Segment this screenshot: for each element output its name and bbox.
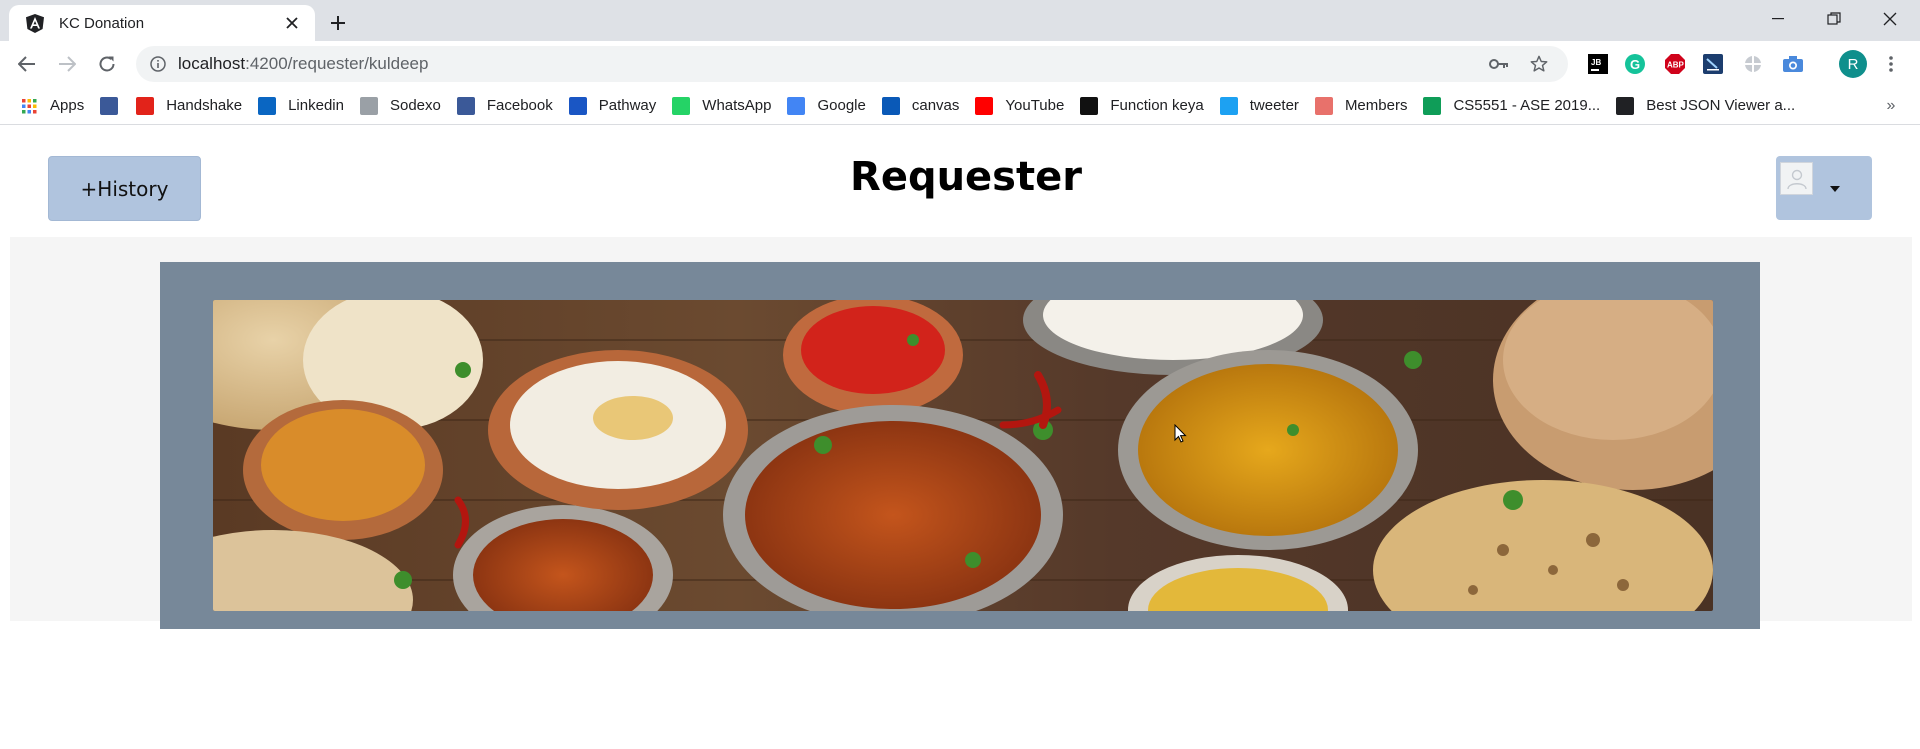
bookmark-item[interactable]: Apps <box>18 92 92 120</box>
svg-text:JB: JB <box>1591 58 1601 67</box>
key-icon[interactable] <box>1484 46 1514 82</box>
minimize-window-icon[interactable] <box>1750 0 1806 38</box>
url-text[interactable]: localhost:4200/requester/kuldeep <box>178 54 1568 74</box>
browser-tab[interactable]: KC Donation <box>9 5 315 41</box>
svg-text:ABP: ABP <box>1667 61 1685 70</box>
facebook-icon <box>100 96 119 115</box>
bookmark-item[interactable]: CS5551 - ASE 2019... <box>1421 92 1608 120</box>
bookmark-label: WhatsApp <box>702 97 772 114</box>
pathway-icon <box>568 96 587 115</box>
bookmarks-bar: Apps Handshake Linkedin Sodexo Facebook Pathw… <box>0 87 1920 125</box>
bookmark-item[interactable]: Best JSON Viewer a... <box>1614 92 1803 120</box>
url-host: localhost <box>178 54 246 73</box>
bookmark-label: Handshake <box>166 97 243 114</box>
bookmark-label: Function keya <box>1110 97 1204 114</box>
terminal-extension-icon[interactable] <box>1700 51 1726 77</box>
sodexo-icon <box>359 96 378 115</box>
bookmark-item[interactable]: tweeter <box>1218 92 1307 120</box>
close-tab-icon[interactable] <box>281 12 303 34</box>
bookmark-label: Facebook <box>486 97 553 114</box>
user-menu-button[interactable] <box>1776 156 1872 220</box>
bookmark-label: Google <box>817 97 866 114</box>
handshake-icon <box>136 96 155 115</box>
bookmark-label: Best JSON Viewer a... <box>1646 97 1796 114</box>
bookmark-item[interactable]: YouTube <box>973 92 1072 120</box>
umkc-icon <box>881 96 900 115</box>
browser-tab-strip: KC Donation <box>0 0 1920 41</box>
jetbrains-extension-icon[interactable]: JB <box>1585 51 1611 77</box>
htg-icon <box>1080 96 1099 115</box>
bookmark-label: Apps <box>50 97 85 114</box>
food-banner-image <box>213 300 1713 611</box>
bookmark-item[interactable] <box>98 92 128 120</box>
youtube-icon <box>975 96 994 115</box>
bookmark-item[interactable]: Linkedin <box>256 92 352 120</box>
forward-arrow-icon[interactable] <box>52 49 82 79</box>
angular-icon <box>25 13 45 33</box>
google-drive-icon <box>1423 96 1442 115</box>
whatsapp-icon <box>672 96 691 115</box>
site-info-icon[interactable] <box>148 54 168 74</box>
bookmark-item[interactable]: Handshake <box>134 92 250 120</box>
bookmark-item[interactable]: Function keya <box>1078 92 1211 120</box>
bookmark-item[interactable]: Members <box>1313 92 1416 120</box>
linkedin-icon <box>258 96 277 115</box>
bookmark-label: Linkedin <box>288 97 344 114</box>
url-path: :4200/requester/kuldeep <box>245 54 429 73</box>
bookmark-item[interactable]: Pathway <box>567 92 665 120</box>
user-avatar-icon <box>1780 162 1813 195</box>
bookmark-item[interactable]: canvas <box>880 92 968 120</box>
new-tab-icon[interactable] <box>324 9 352 37</box>
bookmark-item[interactable]: Facebook <box>455 92 561 120</box>
svg-text:G: G <box>1630 57 1640 72</box>
bookmarks-list: Apps Handshake Linkedin Sodexo Facebook Pathw… <box>18 87 1809 124</box>
chevron-down-icon <box>1830 186 1840 192</box>
restore-window-icon[interactable] <box>1806 0 1862 38</box>
bookmark-item[interactable]: Sodexo <box>358 92 449 120</box>
adblock-extension-icon[interactable]: ABP <box>1662 51 1688 77</box>
bookmark-label: Sodexo <box>389 97 441 114</box>
bookmark-label: Members <box>1344 97 1408 114</box>
apps-grid-icon <box>20 97 38 115</box>
camera-extension-icon[interactable] <box>1780 51 1806 77</box>
bookmark-label: canvas <box>911 97 960 114</box>
browser-toolbar: localhost:4200/requester/kuldeep JB G AB… <box>0 41 1920 87</box>
close-window-icon[interactable] <box>1862 0 1918 38</box>
bookmark-label: tweeter <box>1249 97 1299 114</box>
tab-title: KC Donation <box>59 14 145 32</box>
grammarly-extension-icon[interactable]: G <box>1622 51 1648 77</box>
google-icon <box>787 96 806 115</box>
more-bookmarks-icon[interactable]: » <box>1878 93 1904 119</box>
more-menu-icon[interactable] <box>1877 50 1905 78</box>
profile-avatar[interactable]: R <box>1839 50 1867 78</box>
bookmark-label: CS5551 - ASE 2019... <box>1453 97 1601 114</box>
mouse-cursor-icon <box>1174 424 1187 443</box>
bookmark-label: YouTube <box>1005 97 1065 114</box>
bookmark-item[interactable]: WhatsApp <box>670 92 779 120</box>
bookmark-star-icon[interactable] <box>1524 46 1554 82</box>
bookmark-item[interactable]: Google <box>785 92 873 120</box>
reload-icon[interactable] <box>92 49 122 79</box>
members-icon <box>1314 96 1333 115</box>
page-content: +History Requester <box>0 126 1920 749</box>
address-bar[interactable]: localhost:4200/requester/kuldeep <box>136 46 1568 82</box>
page-title: Requester <box>850 154 1082 200</box>
back-arrow-icon[interactable] <box>12 49 42 79</box>
bookmark-label: Pathway <box>598 97 657 114</box>
codebeautify-icon <box>1616 96 1635 115</box>
twitter-icon <box>1219 96 1238 115</box>
facebook-icon <box>456 96 475 115</box>
puzzle-extension-icon[interactable] <box>1740 51 1766 77</box>
